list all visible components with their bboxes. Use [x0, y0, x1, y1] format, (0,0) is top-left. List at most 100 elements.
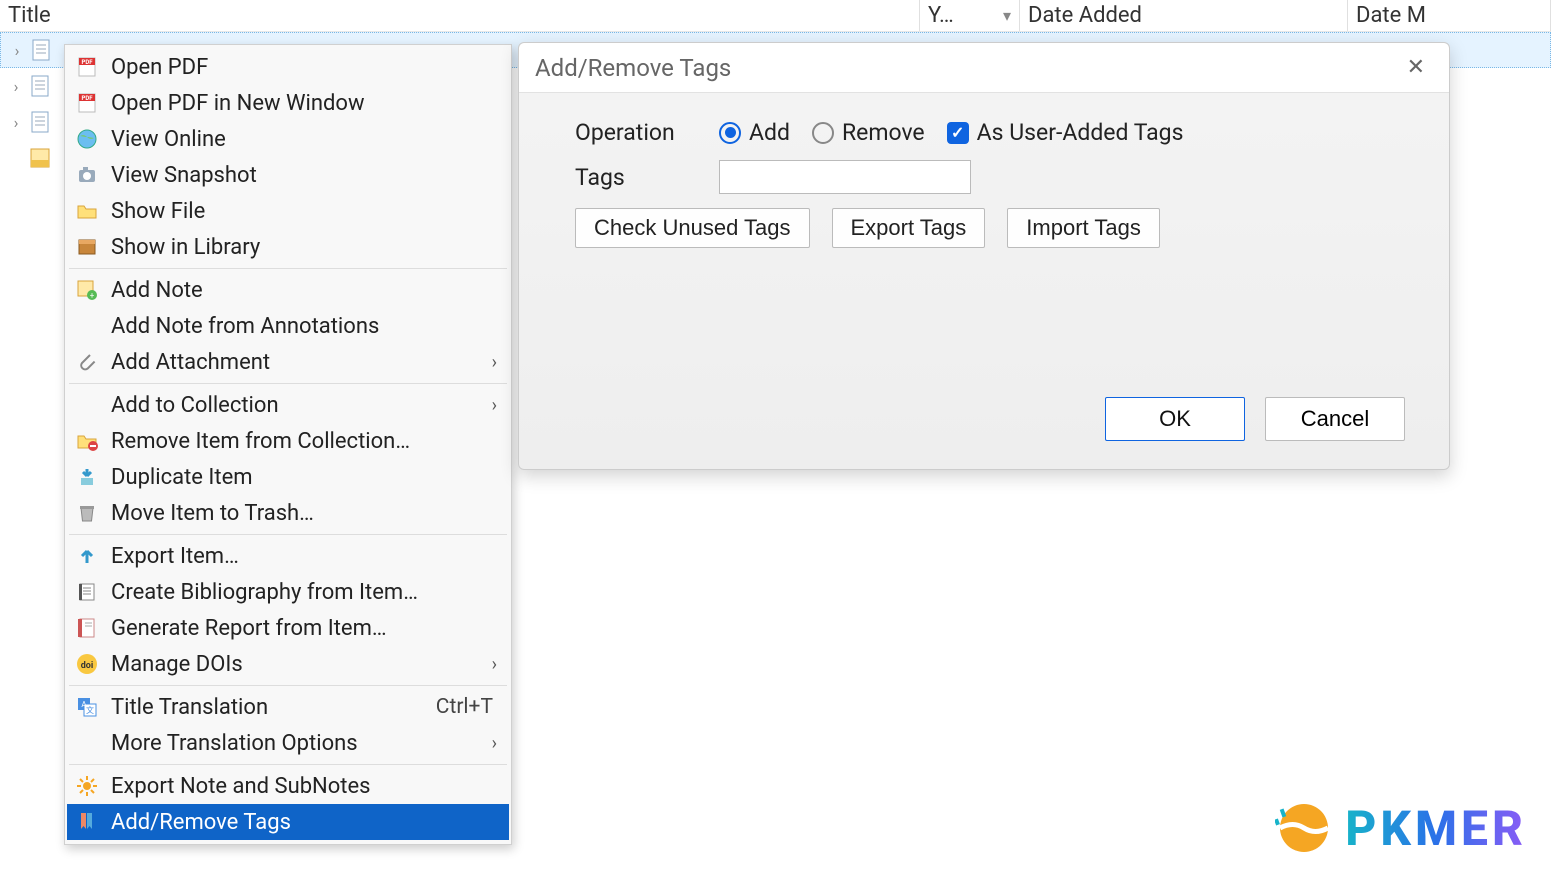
chevron-down-icon: ▾ — [1003, 6, 1011, 25]
menu-item-show-in-library[interactable]: Show in Library — [67, 229, 509, 265]
dialog-title: Add/Remove Tags — [535, 54, 1399, 82]
radio-icon — [719, 122, 741, 144]
menu-separator — [69, 534, 507, 535]
radio-add-label: Add — [749, 119, 790, 146]
context-menu: PDF Open PDF PDFOpen PDF in New Window View… — [64, 44, 512, 845]
menu-item-label: View Online — [111, 127, 499, 152]
pdf-icon: PDF — [73, 53, 101, 81]
pkmer-text: PKMER — [1345, 800, 1527, 857]
folder-icon — [73, 197, 101, 225]
column-title-label: Title — [8, 3, 51, 28]
svg-text:PDF: PDF — [81, 59, 93, 66]
disclosure-icon[interactable]: › — [8, 113, 24, 132]
menu-item-duplicate-item[interactable]: Duplicate Item — [67, 459, 509, 495]
menu-item-view-snapshot[interactable]: View Snapshot — [67, 157, 509, 193]
column-date-added-label: Date Added — [1028, 3, 1142, 28]
close-icon[interactable]: ✕ — [1399, 51, 1433, 84]
menu-item-label: More Translation Options — [111, 731, 482, 756]
menu-item-label: Show File — [111, 199, 499, 224]
add-remove-tags-dialog: Add/Remove Tags ✕ Operation Add Remove ✓… — [518, 42, 1450, 470]
radio-icon — [812, 122, 834, 144]
menu-item-remove-item-from-collection[interactable]: Remove Item from Collection… — [67, 423, 509, 459]
radio-remove[interactable]: Remove — [812, 119, 925, 146]
note-icon — [30, 146, 50, 170]
paperclip-icon — [73, 348, 101, 376]
column-year[interactable]: Y… ▾ — [920, 0, 1020, 31]
folder-remove-icon — [73, 427, 101, 455]
menu-item-manage-dois[interactable]: doiManage DOIs› — [67, 646, 509, 682]
svg-text:文: 文 — [86, 705, 94, 715]
dialog-footer: OK Cancel — [519, 397, 1449, 469]
tags-input[interactable] — [719, 160, 971, 194]
column-date-modified[interactable]: Date M — [1348, 0, 1551, 31]
biblio-icon — [73, 578, 101, 606]
menu-item-label: Add Note — [111, 278, 499, 303]
menu-item-label: Add/Remove Tags — [111, 810, 499, 835]
menu-item-shortcut: Ctrl+T — [436, 695, 499, 719]
menu-item-add-to-collection[interactable]: Add to Collection › — [67, 387, 509, 423]
menu-item-add-attachment[interactable]: Add Attachment › — [67, 344, 509, 380]
menu-item-label: Add to Collection — [111, 393, 482, 418]
menu-separator — [69, 685, 507, 686]
menu-item-export-note-and-subnotes[interactable]: Export Note and SubNotes — [67, 768, 509, 804]
import-tags-button[interactable]: Import Tags — [1007, 208, 1160, 248]
menu-item-create-bibliography-from-item[interactable]: Create Bibliography from Item… — [67, 574, 509, 610]
duplicate-icon — [73, 463, 101, 491]
trash-icon — [73, 499, 101, 527]
menu-item-label: Move Item to Trash… — [111, 501, 499, 526]
menu-item-add-remove-tags[interactable]: Add/Remove Tags — [67, 804, 509, 840]
column-title[interactable]: Title — [0, 0, 920, 31]
export-tags-button[interactable]: Export Tags — [832, 208, 986, 248]
blank-icon — [73, 391, 101, 419]
ok-button[interactable]: OK — [1105, 397, 1245, 441]
tag-actions-row: Check Unused Tags Export Tags Import Tag… — [575, 208, 1413, 248]
menu-item-generate-report-from-item[interactable]: Generate Report from Item… — [67, 610, 509, 646]
operation-row: Operation Add Remove ✓ As User-Added Tag… — [575, 119, 1413, 146]
menu-item-move-item-to-trash[interactable]: Move Item to Trash… — [67, 495, 509, 531]
check-unused-tags-button[interactable]: Check Unused Tags — [575, 208, 810, 248]
menu-item-label: Create Bibliography from Item… — [111, 580, 499, 605]
pdf-icon: PDF — [73, 89, 101, 117]
menu-item-label: Duplicate Item — [111, 465, 499, 490]
document-icon — [30, 74, 50, 98]
menu-item-export-item[interactable]: Export Item… — [67, 538, 509, 574]
chevron-right-icon: › — [492, 395, 499, 416]
column-date-added[interactable]: Date Added — [1020, 0, 1348, 31]
document-icon — [30, 110, 50, 134]
menu-item-show-file[interactable]: Show File — [67, 193, 509, 229]
menu-item-label: Add Note from Annotations — [111, 314, 499, 339]
column-date-m-label: Date M — [1356, 3, 1426, 28]
chevron-right-icon: › — [492, 733, 499, 754]
menu-item-title-translation[interactable]: A文 Title Translation Ctrl+T — [67, 689, 509, 725]
checkbox-icon: ✓ — [947, 122, 969, 144]
disclosure-icon[interactable]: › — [9, 41, 25, 60]
menu-item-view-online[interactable]: View Online — [67, 121, 509, 157]
checkbox-user-added[interactable]: ✓ As User-Added Tags — [947, 119, 1184, 146]
menu-item-label: Add Attachment — [111, 350, 482, 375]
tags-icon — [73, 808, 101, 836]
menu-item-label: Title Translation — [111, 695, 426, 720]
menu-item-open-pdf-in-new-window[interactable]: PDFOpen PDF in New Window — [67, 85, 509, 121]
radio-add[interactable]: Add — [719, 119, 790, 146]
chevron-right-icon: › — [492, 352, 499, 373]
menu-item-label: Show in Library — [111, 235, 499, 260]
menu-item-label: Remove Item from Collection… — [111, 429, 499, 454]
translate-icon: A文 — [73, 693, 101, 721]
menu-item-add-note-from-annotations[interactable]: Add Note from Annotations — [67, 308, 509, 344]
radio-remove-label: Remove — [842, 119, 925, 146]
menu-separator — [69, 383, 507, 384]
menu-item-label: Open PDF — [111, 55, 499, 80]
menu-item-add-note[interactable]: + Add Note — [67, 272, 509, 308]
cancel-button[interactable]: Cancel — [1265, 397, 1405, 441]
menu-item-label: Export Item… — [111, 544, 499, 569]
camera-icon — [73, 161, 101, 189]
svg-text:PDF: PDF — [81, 95, 93, 102]
dialog-titlebar: Add/Remove Tags ✕ — [519, 43, 1449, 93]
disclosure-icon[interactable]: › — [8, 77, 24, 96]
menu-item-open-pdf[interactable]: PDF Open PDF — [67, 49, 509, 85]
tags-label: Tags — [575, 164, 697, 191]
menu-item-more-translation-options[interactable]: More Translation Options › — [67, 725, 509, 761]
note-add-icon: + — [73, 276, 101, 304]
blank-icon — [73, 729, 101, 757]
svg-text:doi: doi — [81, 661, 94, 671]
